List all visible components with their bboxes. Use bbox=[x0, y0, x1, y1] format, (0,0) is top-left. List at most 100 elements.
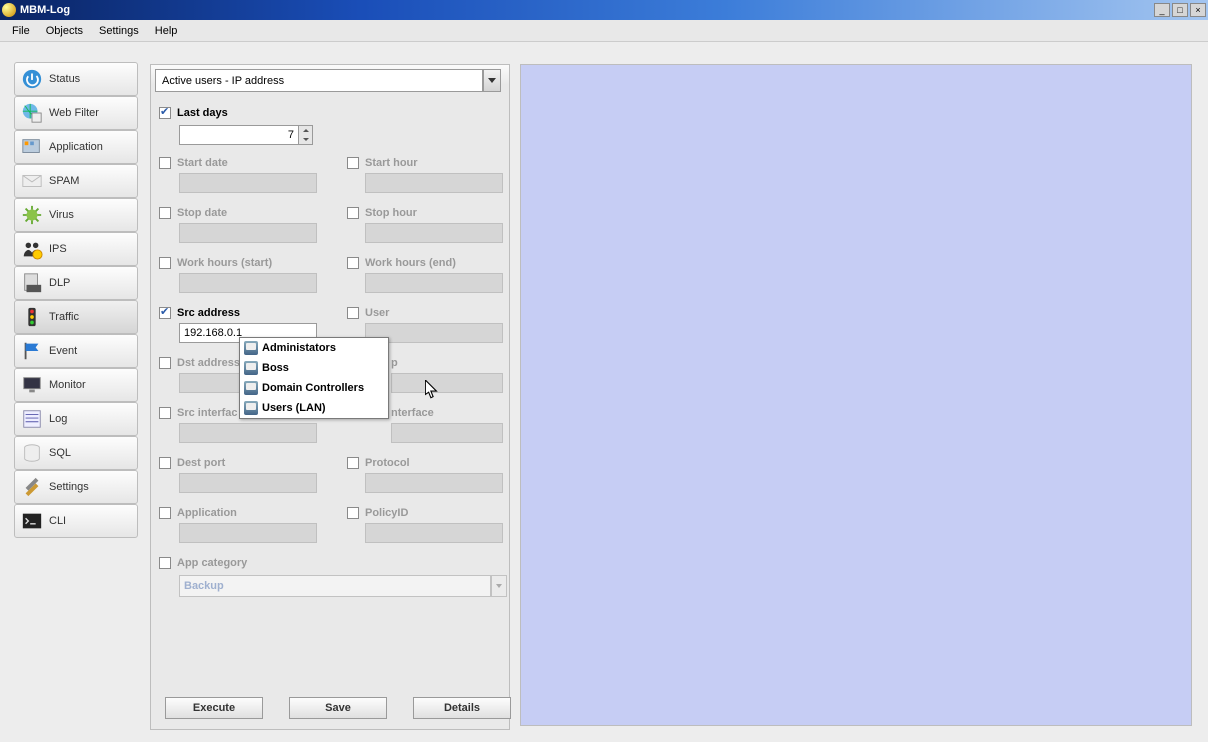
app-category-checkbox[interactable] bbox=[159, 557, 171, 569]
work-start-label: Work hours (start) bbox=[177, 257, 272, 269]
sidebar-item-ips[interactable]: IPS bbox=[14, 232, 138, 266]
list-icon bbox=[21, 408, 43, 430]
app-category-select: Backup bbox=[179, 575, 491, 597]
policyid-label: PolicyID bbox=[365, 507, 408, 519]
sidebar-item-sql[interactable]: SQL bbox=[14, 436, 138, 470]
traffic-icon bbox=[21, 306, 43, 328]
dst-addr-label: Dst address bbox=[177, 357, 240, 369]
spin-down[interactable] bbox=[299, 135, 312, 144]
user-label: User bbox=[365, 307, 389, 319]
save-button[interactable]: Save bbox=[289, 697, 387, 719]
close-button[interactable]: × bbox=[1190, 3, 1206, 17]
application-field bbox=[179, 523, 317, 543]
report-type-select[interactable]: Active users - IP address bbox=[155, 69, 483, 92]
sidebar-item-label: Event bbox=[49, 345, 77, 357]
popup-item[interactable]: Users (LAN) bbox=[240, 398, 388, 418]
doc-icon bbox=[21, 272, 43, 294]
sidebar: Status Web Filter Application SPAM Virus… bbox=[14, 62, 138, 538]
start-date-field bbox=[179, 173, 317, 193]
dst-if-label: nterface bbox=[391, 407, 434, 419]
start-date-checkbox[interactable] bbox=[159, 157, 171, 169]
work-end-label: Work hours (end) bbox=[365, 257, 456, 269]
stop-date-label: Stop date bbox=[177, 207, 227, 219]
dst-addr-checkbox[interactable] bbox=[159, 357, 171, 369]
sidebar-item-traffic[interactable]: Traffic bbox=[14, 300, 138, 334]
sidebar-item-label: SQL bbox=[49, 447, 71, 459]
sidebar-item-cli[interactable]: CLI bbox=[14, 504, 138, 538]
flag-icon bbox=[21, 340, 43, 362]
stop-hour-checkbox[interactable] bbox=[347, 207, 359, 219]
sidebar-item-label: Log bbox=[49, 413, 67, 425]
start-hour-checkbox[interactable] bbox=[347, 157, 359, 169]
group-icon bbox=[244, 361, 258, 375]
sidebar-item-label: Web Filter bbox=[49, 107, 99, 119]
execute-button[interactable]: Execute bbox=[165, 697, 263, 719]
sidebar-item-label: CLI bbox=[49, 515, 66, 527]
sidebar-item-spam[interactable]: SPAM bbox=[14, 164, 138, 198]
report-type-dropdown-button[interactable] bbox=[483, 69, 501, 92]
popup-item[interactable]: Administators bbox=[240, 338, 388, 358]
start-hour-field bbox=[365, 173, 503, 193]
app-category-label: App category bbox=[177, 557, 247, 569]
work-start-checkbox[interactable] bbox=[159, 257, 171, 269]
title-bar: MBM-Log _ □ × bbox=[0, 0, 1208, 20]
sidebar-item-log[interactable]: Log bbox=[14, 402, 138, 436]
spin-up[interactable] bbox=[299, 126, 312, 135]
last-days-input[interactable] bbox=[179, 125, 299, 145]
apps-icon bbox=[21, 136, 43, 158]
stop-hour-label: Stop hour bbox=[365, 207, 417, 219]
app-icon bbox=[2, 3, 16, 17]
monitor-icon bbox=[21, 374, 43, 396]
policyid-field bbox=[365, 523, 503, 543]
dest-port-label: Dest port bbox=[177, 457, 225, 469]
popup-item[interactable]: Boss bbox=[240, 358, 388, 378]
autocomplete-popup: Administators Boss Domain Controllers Us… bbox=[239, 337, 389, 419]
sidebar-item-label: Traffic bbox=[49, 311, 79, 323]
last-days-spinner[interactable] bbox=[179, 125, 313, 145]
start-date-label: Start date bbox=[177, 157, 228, 169]
sidebar-item-webfilter[interactable]: Web Filter bbox=[14, 96, 138, 130]
protocol-checkbox[interactable] bbox=[347, 457, 359, 469]
maximize-button[interactable]: □ bbox=[1172, 3, 1188, 17]
menu-objects[interactable]: Objects bbox=[38, 23, 91, 39]
group-label-partial: p bbox=[391, 357, 398, 369]
sidebar-item-label: IPS bbox=[49, 243, 67, 255]
stop-date-field bbox=[179, 223, 317, 243]
people-icon bbox=[21, 238, 43, 260]
sidebar-item-event[interactable]: Event bbox=[14, 334, 138, 368]
sidebar-item-settings[interactable]: Settings bbox=[14, 470, 138, 504]
group-field bbox=[391, 373, 503, 393]
sidebar-item-status[interactable]: Status bbox=[14, 62, 138, 96]
last-days-checkbox[interactable] bbox=[159, 107, 171, 119]
stop-hour-field bbox=[365, 223, 503, 243]
terminal-icon bbox=[21, 510, 43, 532]
form-panel: Active users - IP address Last days Star… bbox=[150, 64, 510, 730]
application-checkbox[interactable] bbox=[159, 507, 171, 519]
src-if-label: Src interfac bbox=[177, 407, 238, 419]
menu-help[interactable]: Help bbox=[147, 23, 186, 39]
sidebar-item-label: SPAM bbox=[49, 175, 79, 187]
popup-item[interactable]: Domain Controllers bbox=[240, 378, 388, 398]
group-icon bbox=[244, 401, 258, 415]
stop-date-checkbox[interactable] bbox=[159, 207, 171, 219]
sidebar-item-label: Status bbox=[49, 73, 80, 85]
work-end-checkbox[interactable] bbox=[347, 257, 359, 269]
last-days-row: Last days bbox=[159, 105, 228, 120]
src-if-checkbox[interactable] bbox=[159, 407, 171, 419]
menu-settings[interactable]: Settings bbox=[91, 23, 147, 39]
src-addr-checkbox[interactable] bbox=[159, 307, 171, 319]
policyid-checkbox[interactable] bbox=[347, 507, 359, 519]
user-checkbox[interactable] bbox=[347, 307, 359, 319]
sidebar-item-virus[interactable]: Virus bbox=[14, 198, 138, 232]
sidebar-item-application[interactable]: Application bbox=[14, 130, 138, 164]
sidebar-item-label: Virus bbox=[49, 209, 74, 221]
minimize-button[interactable]: _ bbox=[1154, 3, 1170, 17]
details-button[interactable]: Details bbox=[413, 697, 511, 719]
preview-panel bbox=[520, 64, 1192, 726]
db-icon bbox=[21, 442, 43, 464]
sidebar-item-dlp[interactable]: DLP bbox=[14, 266, 138, 300]
dest-port-checkbox[interactable] bbox=[159, 457, 171, 469]
mail-icon bbox=[21, 170, 43, 192]
sidebar-item-monitor[interactable]: Monitor bbox=[14, 368, 138, 402]
menu-file[interactable]: File bbox=[4, 23, 38, 39]
